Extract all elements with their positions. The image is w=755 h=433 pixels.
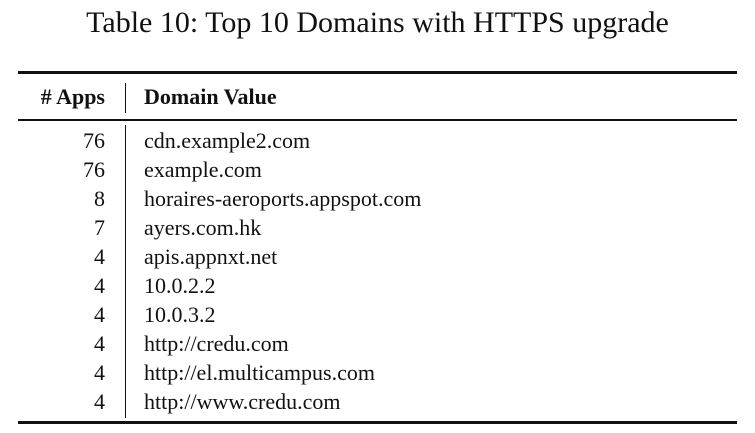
table-row: 76 example.com	[0, 155, 755, 184]
table-row: 7 ayers.com.hk	[0, 213, 755, 242]
domain-value-cell: http://el.multicampus.com	[144, 360, 375, 385]
apps-count-cell: 4	[94, 360, 105, 385]
apps-count-cell: 4	[94, 273, 105, 298]
table-header-rule	[18, 119, 737, 121]
table-row: 4 http://el.multicampus.com	[0, 358, 755, 387]
table-body: 76 cdn.example2.com 76 example.com 8 horaires…	[0, 126, 755, 416]
table-bottom-rule	[18, 421, 737, 424]
table-row: 8 horaires-aeroports.appspot.com	[0, 184, 755, 213]
header-domain-value: Domain Value	[144, 84, 277, 109]
domain-value-cell: http://www.credu.com	[144, 389, 341, 414]
domain-value-cell: 10.0.3.2	[144, 302, 216, 327]
apps-count-cell: 4	[94, 331, 105, 356]
table-row: 4 http://credu.com	[0, 329, 755, 358]
apps-count-cell: 76	[83, 128, 105, 153]
domain-value-cell: apis.appnxt.net	[144, 244, 278, 269]
table-row: 4 10.0.3.2	[0, 300, 755, 329]
table-header-row: # Apps Domain Value	[0, 80, 755, 114]
header-apps: # Apps	[40, 84, 105, 109]
apps-count-cell: 7	[94, 215, 105, 240]
apps-count-cell: 4	[94, 389, 105, 414]
apps-count-cell: 4	[94, 302, 105, 327]
apps-count-cell: 8	[94, 186, 105, 211]
domain-value-cell: 10.0.2.2	[144, 273, 216, 298]
domain-value-cell: horaires-aeroports.appspot.com	[144, 186, 422, 211]
table-top-rule	[18, 71, 737, 74]
table-row: 4 10.0.2.2	[0, 271, 755, 300]
table-row: 4 apis.appnxt.net	[0, 242, 755, 271]
table-row: 76 cdn.example2.com	[0, 126, 755, 155]
domain-value-cell: http://credu.com	[144, 331, 289, 356]
table-caption: Table 10: Top 10 Domains with HTTPS upgr…	[86, 6, 669, 39]
apps-count-cell: 4	[94, 244, 105, 269]
header-column-divider	[125, 83, 126, 113]
domain-value-cell: ayers.com.hk	[144, 215, 262, 240]
table-row: 4 http://www.credu.com	[0, 387, 755, 416]
domain-value-cell: cdn.example2.com	[144, 128, 311, 153]
domain-value-cell: example.com	[144, 157, 262, 182]
apps-count-cell: 76	[83, 157, 105, 182]
